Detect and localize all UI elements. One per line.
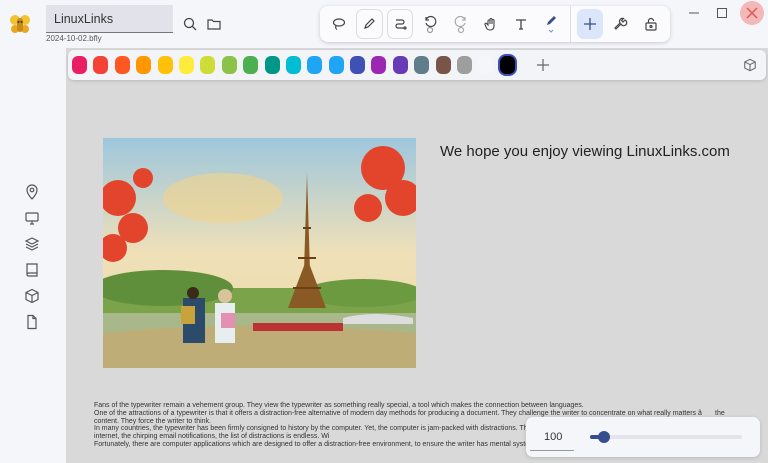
app-logo xyxy=(10,14,30,34)
color-swatch[interactable] xyxy=(457,56,473,74)
folder-icon[interactable] xyxy=(206,16,222,32)
color-swatch[interactable] xyxy=(178,56,194,74)
color-swatch[interactable] xyxy=(285,56,301,74)
color-swatch[interactable] xyxy=(136,56,152,74)
paragraph: Fans of the typewriter remain a vehement… xyxy=(94,402,584,409)
color-swatch[interactable] xyxy=(114,56,130,74)
color-swatch[interactable] xyxy=(371,56,387,74)
document-title-input[interactable]: LinuxLinks xyxy=(46,5,173,33)
marker-color-button[interactable] xyxy=(538,9,564,39)
hand-tool-button[interactable] xyxy=(478,9,504,39)
color-swatch[interactable] xyxy=(478,56,494,74)
minimize-button[interactable] xyxy=(684,7,704,19)
color-swatch[interactable] xyxy=(221,56,237,74)
lock-icon[interactable] xyxy=(638,9,664,39)
cube-icon[interactable] xyxy=(742,57,758,73)
color-swatch[interactable] xyxy=(157,56,173,74)
search-icon[interactable] xyxy=(182,16,198,32)
color-swatch[interactable] xyxy=(435,56,451,74)
text-tool-button[interactable] xyxy=(508,9,534,39)
maximize-button[interactable] xyxy=(712,7,732,19)
stroke-tool-button[interactable] xyxy=(386,9,414,39)
color-swatch[interactable] xyxy=(350,56,366,74)
color-swatch[interactable] xyxy=(307,56,323,74)
close-button[interactable] xyxy=(740,1,764,25)
layers-icon[interactable] xyxy=(24,236,42,254)
add-button[interactable] xyxy=(577,9,604,39)
color-swatch[interactable] xyxy=(328,56,344,74)
zoom-slider[interactable] xyxy=(590,431,742,443)
wrench-icon[interactable] xyxy=(607,9,633,39)
color-swatch[interactable] xyxy=(264,56,280,74)
file-name: 2024-10-02.bfly xyxy=(46,34,102,43)
window-controls xyxy=(680,0,768,26)
color-swatch[interactable] xyxy=(243,56,259,74)
color-swatch[interactable] xyxy=(200,56,216,74)
location-pin-icon[interactable] xyxy=(24,184,42,202)
color-swatch[interactable] xyxy=(414,56,430,74)
eiffel-tower-painting[interactable] xyxy=(93,138,423,368)
add-color-icon[interactable] xyxy=(535,57,551,73)
file-icon[interactable] xyxy=(24,314,42,332)
lasso-tool-button[interactable] xyxy=(326,9,352,39)
color-swatch[interactable] xyxy=(499,56,515,74)
sidebar xyxy=(0,48,66,463)
color-swatch[interactable] xyxy=(72,56,87,74)
monitor-icon[interactable] xyxy=(24,210,42,228)
cube-icon[interactable] xyxy=(24,288,42,306)
color-palette xyxy=(68,50,766,80)
undo-button[interactable] xyxy=(417,9,443,39)
color-swatch[interactable] xyxy=(392,56,408,74)
zoom-panel: 100 xyxy=(526,417,760,457)
zoom-input[interactable]: 100 xyxy=(530,421,574,451)
canvas-heading[interactable]: We hope you enjoy viewing LinuxLinks.com xyxy=(440,143,730,160)
redo-button[interactable] xyxy=(447,9,473,39)
toolbar xyxy=(320,6,670,42)
color-swatch[interactable] xyxy=(93,56,109,74)
slider-knob[interactable] xyxy=(597,431,610,443)
book-icon[interactable] xyxy=(24,262,42,280)
toolbar-divider xyxy=(570,6,572,42)
pen-tool-button[interactable] xyxy=(356,9,383,39)
